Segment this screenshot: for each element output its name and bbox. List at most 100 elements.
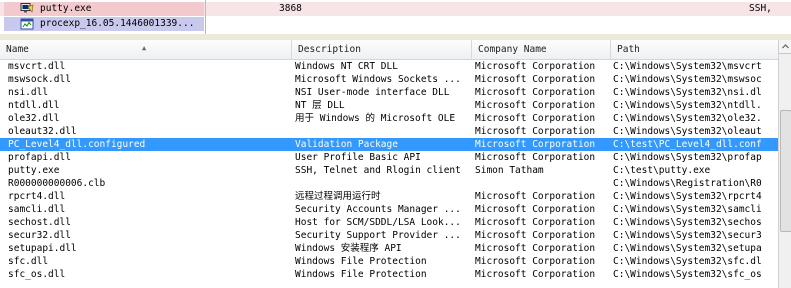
dll-company: Microsoft Corporation	[475, 243, 596, 254]
column-header-company[interactable]: Company Name	[472, 40, 611, 59]
dll-description: Microsoft Windows Sockets ...	[295, 74, 461, 85]
dll-description: 远程过程调用运行时	[295, 191, 381, 202]
table-row[interactable]: secur32.dll Security Support Provider ...…	[0, 229, 778, 242]
dll-name: profapi.dll	[8, 152, 71, 163]
process-name-cell	[4, 2, 204, 16]
column-header-label: Company Name	[478, 44, 547, 55]
dll-name: sechost.dll	[8, 217, 71, 228]
column-header-path[interactable]: Path	[611, 40, 778, 59]
table-row[interactable]: mswsock.dll Microsoft Windows Sockets ...…	[0, 73, 778, 86]
process-pid: 3868	[279, 3, 302, 14]
dll-company: Microsoft Corporation	[475, 87, 596, 98]
dll-name: rpcrt4.dll	[8, 191, 66, 202]
dll-path: C:\Windows\System32\samcli	[613, 204, 762, 215]
scroll-thumb[interactable]	[780, 110, 791, 232]
vertical-scrollbar[interactable]	[778, 40, 791, 288]
dll-name: ole32.dll	[8, 113, 60, 124]
process-row-putty[interactable]: putty.exe 3868 SSH,	[0, 2, 791, 16]
table-row[interactable]: nsi.dll NSI User-mode interface DLL Micros…	[0, 86, 778, 99]
column-header-description[interactable]: Description	[292, 40, 472, 59]
dll-description: 用于 Windows 的 Microsoft OLE	[295, 113, 456, 124]
process-name: procexp_16.05.1446001339...	[40, 18, 195, 29]
column-divider	[205, 0, 206, 34]
dll-list-header: Name ▲ Description Company Name Path	[0, 40, 778, 60]
dll-description: Security Accounts Manager ...	[295, 204, 461, 215]
dll-list: msvcrt.dll Windows NT CRT DLL Microsoft Co…	[0, 60, 778, 288]
dll-name: samcli.dll	[8, 204, 66, 215]
dll-description: Host for SCM/SDDL/LSA Look...	[295, 217, 461, 228]
dll-path: C:\Windows\System32\nsi.dl	[613, 87, 762, 98]
dll-path: C:\Windows\System32\secur3	[613, 230, 762, 241]
dll-path: C:\test\putty.exe	[613, 165, 711, 176]
dll-company: Microsoft Corporation	[475, 139, 596, 150]
process-list-pane: putty.exe 3868 SSH, procexp_16.05.144600…	[0, 0, 791, 35]
dll-path: C:\Windows\System32\ole32.	[613, 113, 762, 124]
procexp-icon	[20, 18, 34, 30]
table-row[interactable]: oleaut32.dll Microsoft Corporation C:\Wind…	[0, 125, 778, 138]
table-row[interactable]: R000000000006.clb C:\Windows\Registration…	[0, 177, 778, 190]
table-row[interactable]: samcli.dll Security Accounts Manager ... M…	[0, 203, 778, 216]
dll-name: mswsock.dll	[8, 74, 71, 85]
table-row[interactable]: rpcrt4.dll 远程过程调用运行时 Microsoft Corporation…	[0, 190, 778, 203]
dll-path: C:\Windows\System32\ntdll.	[613, 100, 762, 111]
dll-description: Windows File Protection	[295, 269, 427, 280]
dll-name: ntdll.dll	[8, 100, 60, 111]
column-header-label: Path	[617, 44, 640, 55]
column-header-label: Name	[6, 44, 29, 55]
dll-name: putty.exe	[8, 165, 60, 176]
dll-path: C:\test\PC_Level4_dll.conf	[613, 139, 762, 150]
dll-path: C:\Windows\System32\setupa	[613, 243, 762, 254]
dll-description: User Profile Basic API	[295, 152, 421, 163]
dll-company: Microsoft Corporation	[475, 126, 596, 137]
dll-path: C:\Windows\System32\sechos	[613, 217, 762, 228]
dll-company: Microsoft Corporation	[475, 204, 596, 215]
dll-path: C:\Windows\System32\msvcrt	[613, 61, 762, 72]
dll-name: PC_Level4_dll.configured	[8, 139, 146, 150]
dll-description: Windows 安装程序 API	[295, 243, 402, 254]
table-row[interactable]: sechost.dll Host for SCM/SDDL/LSA Look...…	[0, 216, 778, 229]
dll-name: sfc.dll	[8, 256, 49, 267]
dll-description: NSI User-mode interface DLL	[295, 87, 450, 98]
table-row[interactable]: PC_Level4_dll.configured Validation Packa…	[0, 138, 778, 151]
dll-company: Microsoft Corporation	[475, 256, 596, 267]
dll-company: Microsoft Corporation	[475, 152, 596, 163]
dll-company: Microsoft Corporation	[475, 113, 596, 124]
dll-name: sfc_os.dll	[8, 269, 66, 280]
dll-description: Security Support Provider ...	[295, 230, 461, 241]
dll-description: SSH, Telnet and Rlogin client	[295, 165, 461, 176]
table-row[interactable]: setupapi.dll Windows 安装程序 API Microsoft Co…	[0, 242, 778, 255]
dll-description: Windows NT CRT DLL	[295, 61, 398, 72]
dll-name: setupapi.dll	[8, 243, 77, 254]
dll-path: C:\Windows\System32\oleaut	[613, 126, 762, 137]
dll-description: NT 层 DLL	[295, 100, 345, 111]
dll-name: oleaut32.dll	[8, 126, 77, 137]
table-row[interactable]: profapi.dll User Profile Basic API Microso…	[0, 151, 778, 164]
dll-company: Microsoft Corporation	[475, 74, 596, 85]
dll-path: C:\Windows\System32\profap	[613, 152, 762, 163]
putty-icon	[20, 3, 34, 15]
dll-name: msvcrt.dll	[8, 61, 66, 72]
sort-ascending-icon: ▲	[142, 44, 147, 52]
dll-company: Simon Tatham	[475, 165, 544, 176]
table-row[interactable]: sfc_os.dll Windows File Protection Microso…	[0, 268, 778, 281]
table-row[interactable]: putty.exe SSH, Telnet and Rlogin client Si…	[0, 164, 778, 177]
dll-name: nsi.dll	[8, 87, 49, 98]
process-row-procexp[interactable]: procexp_16.05.1446001339...	[0, 17, 791, 31]
dll-path: C:\Windows\Registration\R0	[613, 178, 762, 189]
table-row[interactable]: msvcrt.dll Windows NT CRT DLL Microsoft Co…	[0, 60, 778, 73]
scroll-up-button[interactable]	[779, 40, 791, 54]
table-row[interactable]: ntdll.dll NT 层 DLL Microsoft Corporation C:…	[0, 99, 778, 112]
table-row[interactable]: sfc.dll Windows File Protection Microsoft …	[0, 255, 778, 268]
dll-path: C:\Windows\System32\sfc_os	[613, 269, 762, 280]
dll-name: secur32.dll	[8, 230, 71, 241]
process-name: putty.exe	[40, 3, 92, 14]
dll-company: Microsoft Corporation	[475, 100, 596, 111]
process-description-clipped: SSH,	[749, 3, 772, 14]
dll-company: Microsoft Corporation	[475, 61, 596, 72]
dll-description: Windows File Protection	[295, 256, 427, 267]
table-row[interactable]: ole32.dll 用于 Windows 的 Microsoft OLE Micro…	[0, 112, 778, 125]
column-header-name[interactable]: Name ▲	[0, 40, 292, 59]
chevron-up-icon	[782, 44, 789, 49]
dll-path: C:\Windows\System32\mswsoc	[613, 74, 762, 85]
dll-company: Microsoft Corporation	[475, 191, 596, 202]
